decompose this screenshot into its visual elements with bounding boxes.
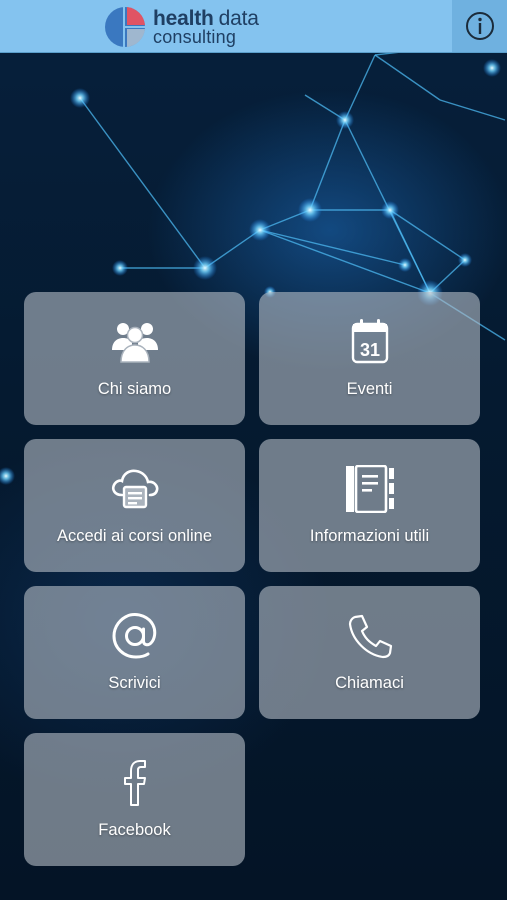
tile-label: Informazioni utili xyxy=(309,527,430,545)
tile-scrivici[interactable]: Scrivici xyxy=(24,586,245,719)
tile-chiamaci[interactable]: Chiamaci xyxy=(259,586,480,719)
tile-label: Accedi ai corsi online xyxy=(57,527,212,545)
tile-chi-siamo[interactable]: Chi siamo xyxy=(24,292,245,425)
calendar-day-text: 31 xyxy=(359,340,379,360)
phone-icon xyxy=(348,614,392,659)
group-icon xyxy=(111,323,158,363)
tile-facebook[interactable]: Facebook xyxy=(24,733,245,866)
cloud-course-icon xyxy=(111,469,158,509)
app-header: health data consulting xyxy=(0,0,507,53)
facebook-icon xyxy=(123,760,146,806)
logo-mark-icon xyxy=(105,7,147,47)
notebook-icon xyxy=(345,465,394,513)
tile-label: Chiamaci xyxy=(335,674,404,692)
tile-label: Eventi xyxy=(346,380,393,398)
tile-informazioni-utili[interactable]: Informazioni utili xyxy=(259,439,480,572)
tile-eventi[interactable]: 31 Eventi xyxy=(259,292,480,425)
at-icon xyxy=(111,613,156,659)
info-icon xyxy=(465,12,494,40)
logo-text-consulting: consulting xyxy=(153,27,237,47)
logo: health data consulting xyxy=(103,5,259,49)
tile-label: Scrivici xyxy=(108,674,161,692)
calendar-icon: 31 xyxy=(351,319,388,364)
tile-label: Facebook xyxy=(98,821,171,839)
app-screen: health data consulting Chi siamo 31 Even… xyxy=(0,0,507,900)
tile-accedi-corsi[interactable]: Accedi ai corsi online xyxy=(24,439,245,572)
info-button[interactable] xyxy=(452,0,507,52)
tile-label: Chi siamo xyxy=(97,380,172,398)
